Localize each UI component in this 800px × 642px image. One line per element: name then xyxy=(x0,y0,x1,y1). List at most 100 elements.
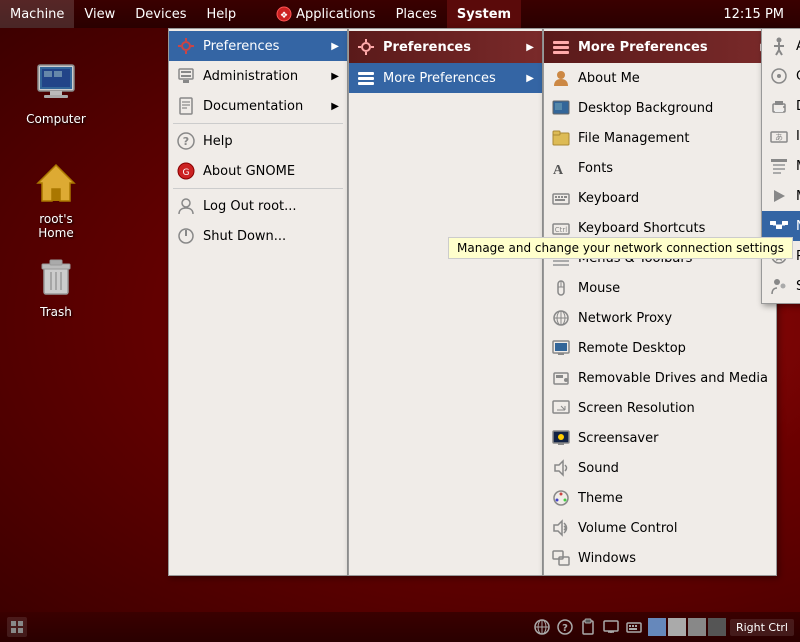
input-method-label: Input Method xyxy=(796,129,800,144)
sound-label: Sound xyxy=(578,461,768,476)
menu-item-sound[interactable]: Sound xyxy=(544,453,776,483)
color-box-gray1 xyxy=(668,618,686,636)
preferences-icon xyxy=(175,35,197,57)
home-label: root's Home xyxy=(20,211,92,241)
menu-system[interactable]: System xyxy=(447,0,521,28)
about-me-icon xyxy=(550,67,572,89)
menu-item-menu-layout[interactable]: Menu Layout xyxy=(762,151,800,181)
fonts-label: Fonts xyxy=(578,161,768,176)
mouse-icon xyxy=(550,277,572,299)
sessions-icon xyxy=(768,275,790,297)
menu-item-windows[interactable]: Windows xyxy=(544,543,776,573)
desktop: Machine View Devices Help ❖ Applications… xyxy=(0,0,800,642)
menu-item-file-management[interactable]: File Management xyxy=(544,123,776,153)
menu-item-cd-database[interactable]: CD Database Server xyxy=(762,61,800,91)
network-proxy-icon xyxy=(550,307,572,329)
input-method-icon: あ xyxy=(768,125,790,147)
keyboard-shortcuts-icon: Ctrl xyxy=(550,217,572,239)
menu-item-default-printer[interactable]: Default Printer xyxy=(762,91,800,121)
menu-item-desktop-bg[interactable]: Desktop Background xyxy=(544,93,776,123)
documentation-label: Documentation xyxy=(203,99,323,114)
preferred-apps-label: Preferred Applications xyxy=(796,249,800,264)
preferences-header: Preferences ▶ xyxy=(349,31,542,63)
default-printer-icon xyxy=(768,95,790,117)
screensaver-label: Screensaver xyxy=(578,431,768,446)
fonts-icon: A xyxy=(550,157,572,179)
menu-item-about-me[interactable]: About Me xyxy=(544,63,776,93)
systray-screen[interactable] xyxy=(601,617,621,637)
menu-item-accessibility[interactable]: Accessibility ▶ xyxy=(762,31,800,61)
desktop-icon-home[interactable]: root's Home xyxy=(16,155,96,245)
menu-item-multimedia-selector[interactable]: Multimedia Systems Selector xyxy=(762,181,800,211)
menu-item-more-preferences[interactable]: More Preferences ▶ xyxy=(349,63,542,93)
menu-item-preferences[interactable]: Preferences ▶ xyxy=(169,31,347,61)
menu-item-help[interactable]: ? Help xyxy=(169,126,347,156)
applications-icon: ❖ xyxy=(276,6,292,22)
menu-item-sessions[interactable]: Sessions xyxy=(762,271,800,301)
menu-item-volume-control[interactable]: Volume Control xyxy=(544,513,776,543)
systray: ? xyxy=(532,617,644,637)
systray-network[interactable] xyxy=(532,617,552,637)
menu-item-shutdown[interactable]: Shut Down... xyxy=(169,221,347,251)
administration-label: Administration xyxy=(203,69,323,84)
sound-icon xyxy=(550,457,572,479)
preferences-header-icon xyxy=(355,36,377,58)
taskbar-app-button[interactable] xyxy=(7,617,27,637)
menu-item-removable-drives[interactable]: Removable Drives and Media xyxy=(544,363,776,393)
menu-item-about-gnome[interactable]: G About GNOME xyxy=(169,156,347,186)
multimedia-selector-label: Multimedia Systems Selector xyxy=(796,189,800,204)
menu-item-keyboard[interactable]: Keyboard xyxy=(544,183,776,213)
keyboard-shortcuts-label: Keyboard Shortcuts xyxy=(578,221,768,236)
logout-label: Log Out root... xyxy=(203,199,339,214)
logout-icon xyxy=(175,195,197,217)
systray-clipboard[interactable] xyxy=(578,617,598,637)
network-connections-label: Network Connections xyxy=(796,219,800,234)
desktop-bg-icon xyxy=(550,97,572,119)
screensaver-icon xyxy=(550,427,572,449)
preferences-label: Preferences xyxy=(203,39,323,54)
menu-item-theme[interactable]: Theme xyxy=(544,483,776,513)
right-ctrl-label: Right Ctrl xyxy=(730,619,794,636)
menu-devices[interactable]: Devices xyxy=(125,0,196,28)
volume-control-icon xyxy=(550,517,572,539)
preferences-menu: Preferences ▶ More Preferences ▶ xyxy=(348,28,543,576)
theme-icon xyxy=(550,487,572,509)
sessions-label: Sessions xyxy=(796,279,800,294)
menu-item-screen-resolution[interactable]: Screen Resolution xyxy=(544,393,776,423)
desktop-icon-trash[interactable]: Trash xyxy=(16,248,96,324)
menu-item-administration[interactable]: Administration ▶ xyxy=(169,61,347,91)
svg-text:?: ? xyxy=(183,135,189,148)
menu-machine[interactable]: Machine xyxy=(0,0,74,28)
menu-item-remote-desktop[interactable]: Remote Desktop xyxy=(544,333,776,363)
menu-view[interactable]: View xyxy=(74,0,125,28)
menu-item-screensaver[interactable]: Screensaver xyxy=(544,423,776,453)
theme-label: Theme xyxy=(578,491,768,506)
cd-database-label: CD Database Server xyxy=(796,69,800,84)
screen-resolution-label: Screen Resolution xyxy=(578,401,768,416)
menu-places[interactable]: Places xyxy=(386,0,447,28)
home-icon xyxy=(32,159,80,207)
sep2 xyxy=(173,188,343,189)
taskbar-right: ? xyxy=(532,617,800,637)
taskbar-left xyxy=(0,617,34,637)
systray-help[interactable]: ? xyxy=(555,617,575,637)
desktop-icon-computer[interactable]: Computer xyxy=(16,55,96,131)
menu-applications[interactable]: ❖ Applications xyxy=(266,0,385,28)
more-prefs-header: More Preferences ▶ xyxy=(544,31,776,63)
removable-drives-label: Removable Drives and Media xyxy=(578,371,768,386)
help-icon: ? xyxy=(175,130,197,152)
menu-item-input-method[interactable]: あ Input Method xyxy=(762,121,800,151)
menu-item-documentation[interactable]: Documentation ▶ xyxy=(169,91,347,121)
mouse-label: Mouse xyxy=(578,281,768,296)
menu-item-mouse[interactable]: Mouse xyxy=(544,273,776,303)
menu-item-logout[interactable]: Log Out root... xyxy=(169,191,347,221)
panel-left: Machine View Devices Help ❖ Applications… xyxy=(0,0,715,28)
administration-arrow: ▶ xyxy=(331,71,339,82)
menu-item-network-proxy[interactable]: Network Proxy xyxy=(544,303,776,333)
menu-item-fonts[interactable]: A Fonts xyxy=(544,153,776,183)
more-prefs-extras-menu: Accessibility ▶ CD Database Server Defau… xyxy=(761,28,800,304)
svg-text:G: G xyxy=(183,168,190,178)
systray-keyboard[interactable] xyxy=(624,617,644,637)
menu-help[interactable]: Help xyxy=(197,0,247,28)
color-box-gray2 xyxy=(688,618,706,636)
